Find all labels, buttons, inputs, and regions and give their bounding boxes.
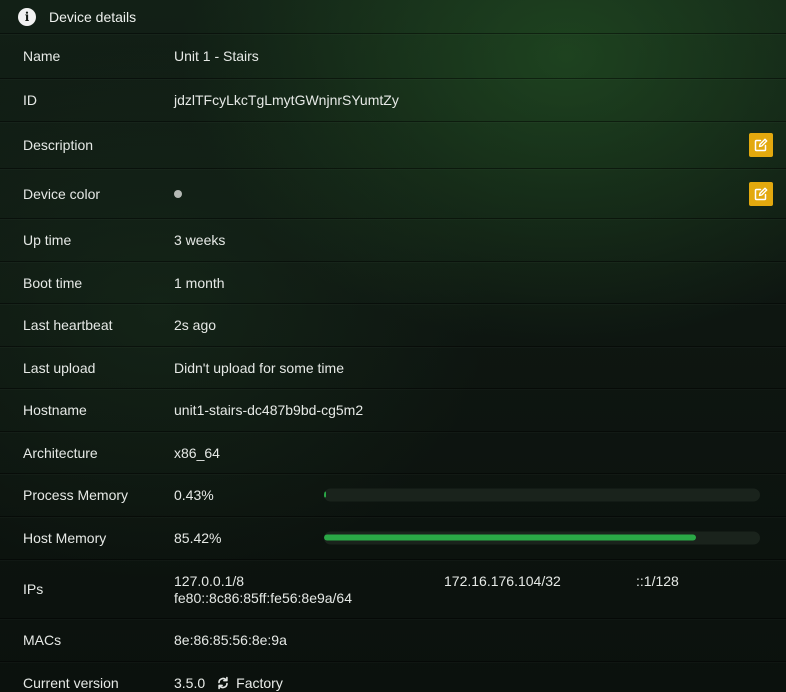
row-process-memory: Process Memory 0.43%	[0, 473, 786, 516]
hostname-value: unit1-stairs-dc487b9bd-cg5m2	[174, 402, 364, 418]
architecture-label: Architecture	[23, 444, 98, 461]
process-memory-progress-bar	[324, 488, 760, 502]
host-memory-value: 85.42%	[174, 530, 222, 546]
host-memory-label: Host Memory	[23, 530, 107, 546]
last-heartbeat-label: Last heartbeat	[23, 317, 113, 333]
row-ips: IPs 127.0.0.1/8 fe80::8c86:85ff:fe56:8e9…	[0, 559, 786, 618]
panel-header: i Device details	[0, 0, 786, 33]
row-architecture: Architecture x86_64	[0, 431, 786, 473]
last-upload-value: Didn't upload for some time	[174, 359, 344, 376]
ip-address: ::1/128	[636, 573, 679, 589]
uptime-label: Up time	[23, 232, 72, 248]
device-color-dot	[174, 189, 182, 198]
name-label: Name	[23, 48, 61, 64]
row-boot-time: Boot time 1 month	[0, 261, 786, 303]
host-memory-progress-fill	[324, 534, 696, 541]
description-label: Description	[23, 137, 94, 153]
id-value: jdzlTFcyLkcTgLmytGWnjnrSYumtZy	[174, 92, 399, 108]
macs-label: MACs	[23, 632, 62, 648]
ip-address: 172.16.176.104/32	[444, 573, 561, 589]
uptime-value: 3 weeks	[174, 232, 226, 248]
info-icon: i	[18, 7, 36, 26]
panel-title: Device details	[49, 8, 137, 25]
row-last-upload: Last upload Didn't upload for some time	[0, 346, 786, 388]
macs-value: 8e:86:85:56:8e:9a	[174, 632, 287, 648]
device-color-label: Device color	[23, 185, 101, 202]
row-name: Name Unit 1 - Stairs	[0, 33, 786, 78]
last-upload-label: Last upload	[23, 359, 96, 376]
boot-time-value: 1 month	[174, 274, 225, 291]
edit-color-button[interactable]	[749, 181, 773, 206]
current-version-label: Current version	[23, 675, 119, 691]
hostname-label: Hostname	[23, 402, 87, 418]
row-device-color: Device color	[0, 168, 786, 218]
process-memory-label: Process Memory	[23, 487, 129, 503]
row-macs: MACs 8e:86:85:56:8e:9a	[0, 618, 786, 661]
edit-icon	[754, 138, 768, 152]
process-memory-progress-fill	[324, 491, 326, 498]
edit-description-button[interactable]	[749, 133, 773, 157]
sync-icon	[216, 676, 230, 690]
process-memory-value: 0.43%	[174, 487, 214, 503]
ip-address: 127.0.0.1/8	[174, 573, 245, 589]
architecture-value: x86_64	[174, 444, 220, 461]
id-label: ID	[23, 92, 37, 108]
ips-label: IPs	[23, 581, 44, 597]
row-host-memory: Host Memory 85.42%	[0, 516, 786, 559]
edit-icon	[754, 187, 768, 200]
boot-time-label: Boot time	[23, 274, 83, 291]
row-hostname: Hostname unit1-stairs-dc487b9bd-cg5m2	[0, 388, 786, 431]
current-version-value: 3.5.0 Factory	[174, 675, 283, 691]
row-id: ID jdzlTFcyLkcTgLmytGWnjnrSYumtZy	[0, 78, 786, 121]
row-uptime: Up time 3 weeks	[0, 218, 786, 261]
last-heartbeat-value: 2s ago	[174, 317, 217, 333]
host-memory-progress-bar	[324, 531, 760, 545]
name-value: Unit 1 - Stairs	[174, 48, 259, 64]
row-last-heartbeat: Last heartbeat 2s ago	[0, 303, 786, 346]
row-current-version: Current version 3.5.0 Factory	[0, 661, 786, 692]
ip-address: fe80::8c86:85ff:fe56:8e9a/64	[174, 590, 353, 606]
version-channel: Factory	[236, 675, 283, 691]
version-number: 3.5.0	[174, 675, 206, 691]
row-description: Description	[0, 121, 786, 168]
device-details-panel: i Device details Name Unit 1 - Stairs ID…	[0, 0, 786, 692]
